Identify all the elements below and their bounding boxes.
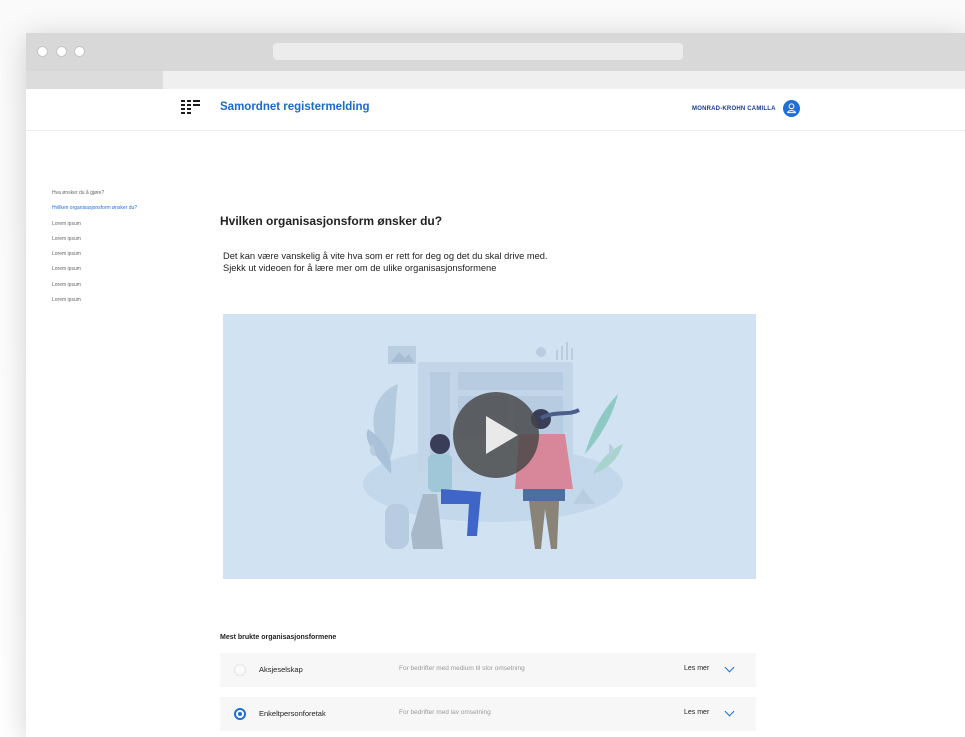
option-enkeltpersonforetak[interactable]: Enkeltpersonforetak For bedrifter med la… xyxy=(220,697,756,731)
minimize-window-dot[interactable] xyxy=(56,46,67,57)
play-icon[interactable] xyxy=(453,392,539,478)
brreg-logo-icon[interactable] xyxy=(181,100,201,116)
section-title: Mest brukte organisasjonsformene xyxy=(220,634,337,641)
read-more-link[interactable]: Les mer xyxy=(684,709,709,716)
chevron-down-icon[interactable] xyxy=(724,662,735,673)
nav-item-lorem-3[interactable]: Lorem ipsum xyxy=(52,251,81,257)
video-player[interactable] xyxy=(223,314,756,579)
option-name: Enkeltpersonforetak xyxy=(259,709,326,718)
nav-item-organisasjonsform[interactable]: Hvilken organisasjonsform ønsker du? xyxy=(52,205,137,211)
intro-line-1: Det kan være vanskelig å vite hva som er… xyxy=(223,251,548,261)
app-header: Samordnet registermelding MONRAD-KROHN C… xyxy=(26,89,965,131)
nav-item-hva-onsker-du[interactable]: Hva ønsker du å gjøre? xyxy=(52,190,104,196)
nav-item-lorem-4[interactable]: Lorem ipsum xyxy=(52,266,81,272)
nav-item-lorem-5[interactable]: Lorem ipsum xyxy=(52,282,81,288)
user-name[interactable]: MONRAD-KROHN CAMILLA xyxy=(692,106,776,112)
browser-tab[interactable] xyxy=(26,71,163,89)
browser-titlebar xyxy=(26,33,965,71)
intro-line-2: Sjekk ut videoen for å lære mer om de ul… xyxy=(223,263,497,273)
option-description: For bedrifter med lav omsetning xyxy=(399,709,491,716)
page-heading: Hvilken organisasjonsform ønsker du? xyxy=(220,214,443,228)
browser-window: Samordnet registermelding MONRAD-KROHN C… xyxy=(26,33,965,737)
option-name: Aksjeselskap xyxy=(259,665,303,674)
radio-selected[interactable] xyxy=(234,708,246,720)
nav-item-lorem-1[interactable]: Lorem ipsum xyxy=(52,221,81,227)
app-title[interactable]: Samordnet registermelding xyxy=(220,101,370,113)
intro-text: Det kan være vanskelig å vite hva som er… xyxy=(223,250,663,274)
radio-unselected[interactable] xyxy=(234,664,246,676)
maximize-window-dot[interactable] xyxy=(74,46,85,57)
option-description: For bedrifter med medium til stor omsetn… xyxy=(399,665,525,672)
nav-item-lorem-6[interactable]: Lorem ipsum xyxy=(52,297,81,303)
user-icon[interactable] xyxy=(783,100,800,117)
option-aksjeselskap[interactable]: Aksjeselskap For bedrifter med medium ti… xyxy=(220,653,756,687)
read-more-link[interactable]: Les mer xyxy=(684,665,709,672)
chevron-down-icon[interactable] xyxy=(724,706,735,717)
close-window-dot[interactable] xyxy=(37,46,48,57)
nav-item-lorem-2[interactable]: Lorem ipsum xyxy=(52,236,81,242)
address-bar[interactable] xyxy=(273,43,683,60)
browser-tabstrip xyxy=(26,71,965,89)
